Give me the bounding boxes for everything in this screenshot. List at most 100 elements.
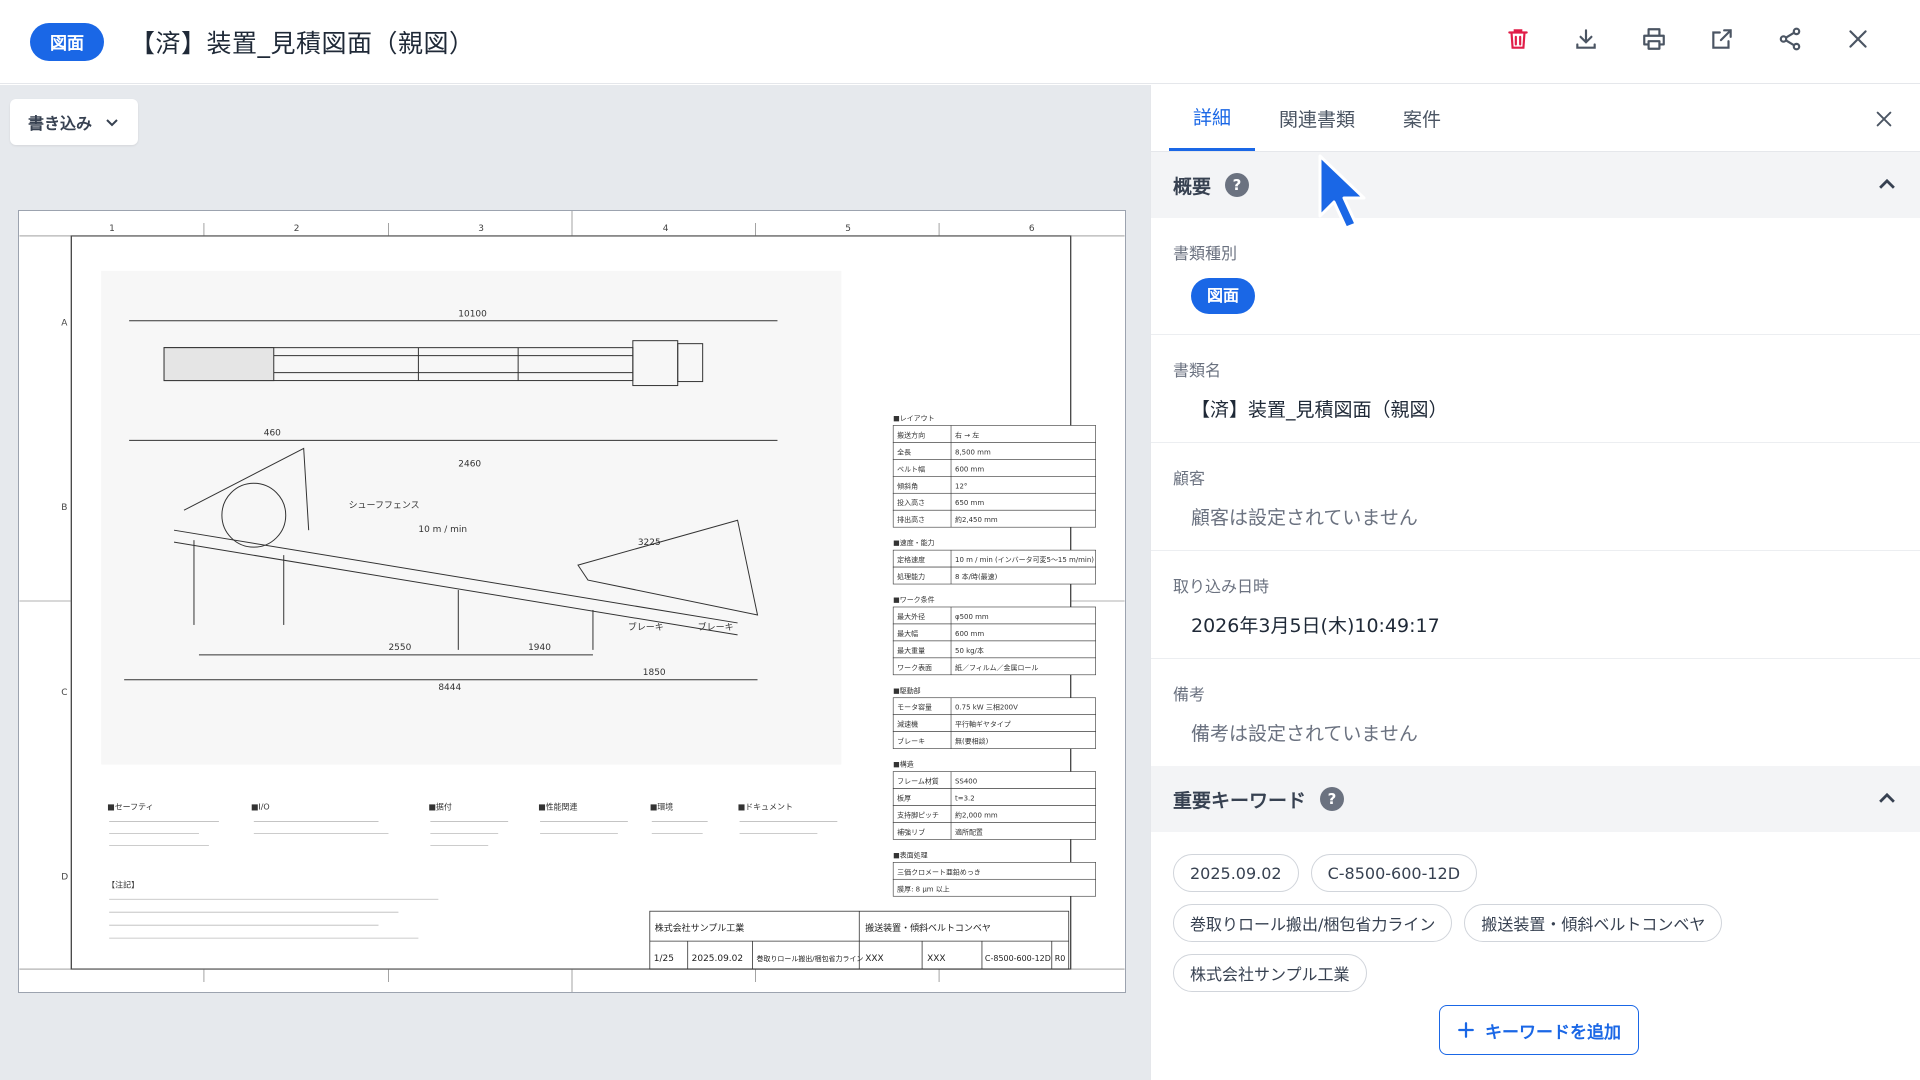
dim-2460: 2460 (458, 459, 481, 469)
spec-key: 傾斜角 (897, 481, 918, 490)
dim-2550: 2550 (388, 643, 411, 653)
remarks-label: 備考 (1173, 685, 1206, 704)
spec-section-heading: ■レイアウト (893, 414, 934, 422)
customer-label: 顧客 (1173, 469, 1206, 488)
spec-value: 0.75 kW 三相200V (955, 703, 1018, 712)
dim-8444: 8444 (438, 683, 461, 693)
spec-key: ワーク表面 (897, 663, 932, 672)
plus-icon (1458, 1022, 1474, 1038)
title-xxx-2: XXX (927, 954, 945, 964)
spec-key: フレーム材質 (897, 777, 939, 786)
dim-1940: 1940 (528, 643, 551, 653)
spec-value: 10 m / min (インバータ可変5〜15 m/min) (955, 555, 1094, 564)
spec-value: 600 mm (955, 465, 984, 473)
note-head-io: ■I/O (251, 802, 270, 811)
spec-key: 板厚 (897, 793, 911, 802)
label-brake-a: ブレーキ (628, 621, 664, 633)
spec-key: ブレーキ (897, 737, 925, 746)
tab-projects[interactable]: 案件 (1379, 85, 1465, 151)
drawing-sheet: 1 2 3 4 5 6 A B C D 10100 460 2460 3225 … (18, 210, 1126, 993)
spec-value: 12° (955, 482, 967, 490)
doc-name-value[interactable]: 【済】装置_見積図面（親図） (1173, 395, 1898, 422)
remarks-value[interactable]: 備考は設定されていません (1173, 719, 1898, 746)
customer-field: 顧客 顧客は設定されていません (1151, 443, 1920, 551)
spec-value: 50 kg/本 (955, 646, 984, 655)
title-rev: R0 (1055, 954, 1066, 963)
download-button[interactable] (1564, 17, 1608, 61)
remarks-field: 備考 備考は設定されていません (1151, 659, 1920, 766)
close-icon (1849, 30, 1867, 48)
close-button[interactable] (1836, 17, 1880, 61)
panel-close-button[interactable] (1866, 101, 1902, 137)
spec-key: 定格速度 (897, 555, 925, 564)
spec-value: 右 → 左 (955, 430, 979, 439)
add-keyword-label: キーワードを追加 (1485, 1022, 1621, 1043)
tab-details[interactable]: 詳細 (1169, 85, 1256, 151)
keyword-chip[interactable]: 搬送装置・傾斜ベルトコンベヤ (1464, 904, 1723, 942)
label-fence: シューフフェンス (349, 501, 420, 511)
grid-row-d: D (61, 872, 68, 882)
spec-value: 無(要相談) (955, 737, 989, 746)
label-brake-b: ブレーキ (698, 621, 734, 633)
overview-title: 概要 (1173, 175, 1212, 198)
annotate-dropdown[interactable]: 書き込み (10, 99, 139, 145)
mouse-cursor-icon (1318, 154, 1366, 230)
spec-value: 紙／フィルム／金属ロール (955, 663, 1038, 672)
overview-section-header[interactable]: 概要 ? (1151, 152, 1920, 218)
spec-section-heading: ■ワーク条件 (893, 595, 934, 604)
print-icon (1643, 28, 1665, 50)
doc-type-label: 書類種別 (1173, 244, 1238, 263)
grid-col-4: 4 (663, 224, 669, 234)
spec-section-heading: ■構造 (893, 760, 914, 769)
spec-value: 膜厚: 8 µm 以上 (897, 884, 950, 893)
spec-key: 最大幅 (897, 629, 918, 638)
title-xxx-1: XXX (865, 954, 883, 964)
share-icon (1779, 27, 1801, 51)
download-icon (1576, 29, 1596, 49)
share-button[interactable] (1768, 17, 1812, 61)
chevron-up-icon[interactable] (1876, 174, 1898, 196)
spec-value: SS400 (955, 778, 977, 786)
grid-row-a: A (61, 319, 68, 329)
note-head-perf: ■性能関連 (538, 801, 577, 811)
title-date: 2025.09.02 (692, 954, 743, 964)
chevron-up-icon[interactable] (1876, 788, 1898, 810)
chevron-down-icon (106, 119, 118, 127)
spec-value: φ500 mm (955, 613, 989, 621)
customer-value[interactable]: 顧客は設定されていません (1173, 503, 1898, 530)
keyword-chip[interactable]: C-8500-600-12D (1310, 854, 1478, 892)
header-actions (1496, 17, 1880, 61)
grid-row-b: B (61, 503, 67, 513)
tab-related-docs[interactable]: 関連書類 (1255, 85, 1379, 151)
document-viewer[interactable]: 書き込み 1 2 3 4 5 6 A B C D 10100 460 2460 … (0, 85, 1150, 1080)
spec-row (892, 442, 1096, 460)
spec-value: 650 mm (955, 499, 984, 507)
add-keyword-button[interactable]: キーワードを追加 (1439, 1005, 1639, 1055)
help-icon[interactable]: ? (1320, 787, 1345, 811)
drawing-svg: 1 2 3 4 5 6 A B C D 10100 460 2460 3225 … (19, 211, 1125, 992)
grid-col-1: 1 (109, 224, 115, 234)
spec-value: 適所配置 (955, 827, 983, 836)
open-external-button[interactable] (1700, 17, 1744, 61)
spec-value: 平行軸ギヤタイプ (955, 720, 1011, 729)
spec-key: 搬送方向 (897, 430, 925, 439)
spec-section-heading: ■表面処理 (893, 850, 927, 859)
spec-value: 8,500 mm (955, 448, 991, 456)
help-icon[interactable]: ? (1225, 173, 1250, 197)
spec-value: 約2,000 mm (955, 810, 998, 819)
keyword-chip[interactable]: 株式会社サンプル工業 (1173, 954, 1367, 992)
keyword-chip[interactable]: 巻取りロール搬出/梱包省力ライン (1173, 904, 1453, 942)
doc-name-label: 書類名 (1173, 361, 1222, 380)
keyword-chip[interactable]: 2025.09.02 (1173, 854, 1299, 892)
spec-value: 三価クロメート亜鉛めっき (897, 867, 981, 876)
print-button[interactable] (1632, 17, 1676, 61)
spec-key: 最大重量 (897, 646, 925, 655)
spec-section-heading: ■速度・能力 (893, 538, 934, 547)
delete-button[interactable] (1496, 17, 1540, 61)
title-dwg: C-8500-600-12D (985, 954, 1051, 963)
details-panel: 詳細 関連書類 案件 概要 ? 書類種別 図面 書類名 【済】装置_見積図面（親… (1150, 85, 1920, 1080)
grid-row-c: C (61, 688, 67, 698)
grid-col-2: 2 (294, 224, 300, 234)
keywords-section-header[interactable]: 重要キーワード ? (1151, 766, 1920, 832)
spec-key: ベルト幅 (897, 464, 925, 473)
